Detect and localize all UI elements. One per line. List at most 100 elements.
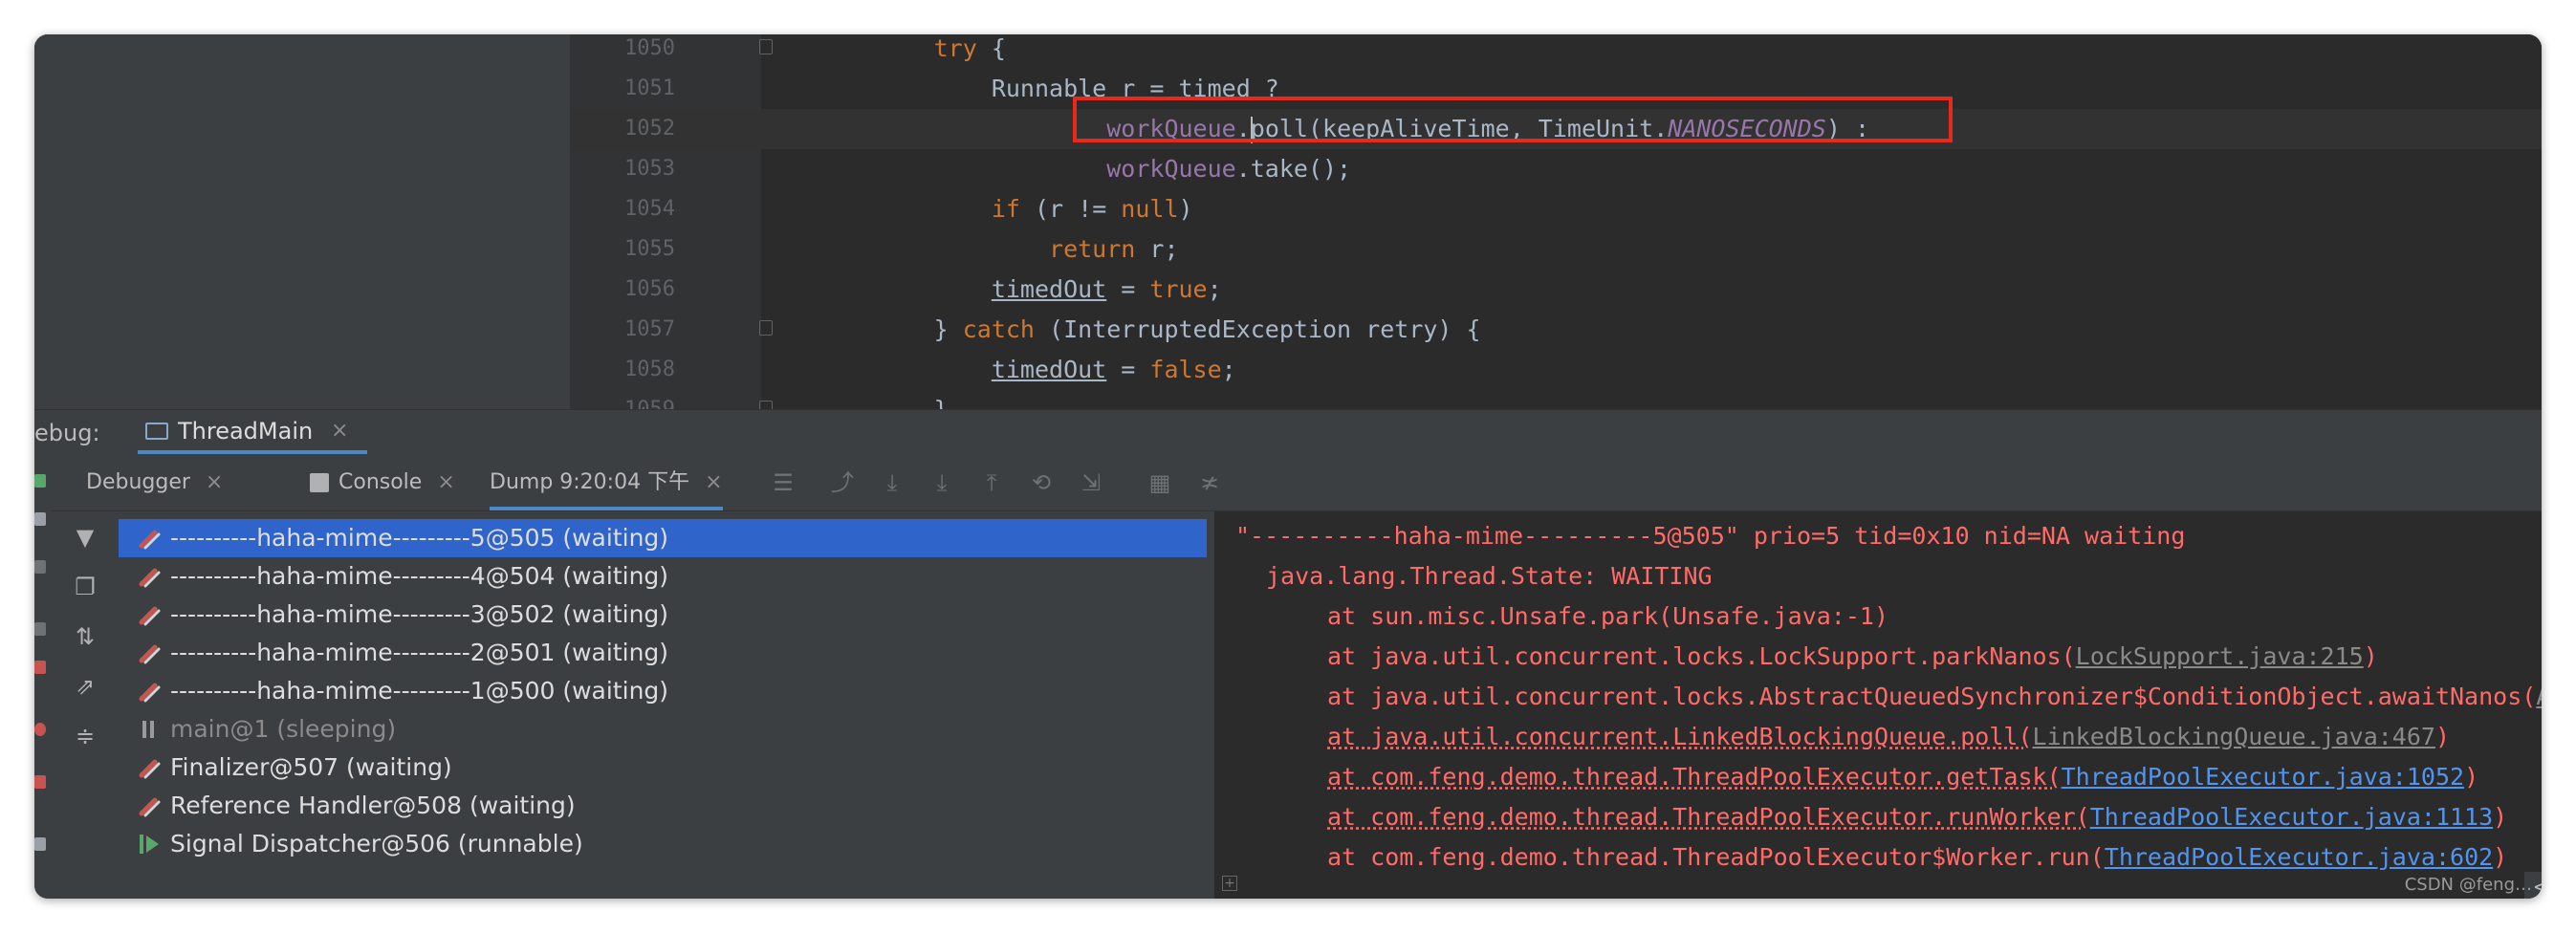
thread-row[interactable]: Reference Handler@508 (waiting) bbox=[119, 787, 1207, 825]
code-text: workQueue.take(); bbox=[761, 149, 1351, 189]
code-line[interactable]: 1053 workQueue.take(); bbox=[570, 149, 2542, 189]
thread-row[interactable]: Finalizer@507 (waiting) bbox=[119, 749, 1207, 787]
code-token: true bbox=[1149, 275, 1208, 303]
step-into-icon[interactable]: ⤓ bbox=[929, 470, 954, 495]
merge-icon[interactable]: ≑ bbox=[71, 722, 99, 750]
code-editor[interactable]: 1050 try {1051 Runnable r = timed ? 1052 … bbox=[34, 34, 2542, 423]
session-tab-threadmain[interactable]: ThreadMain × bbox=[138, 410, 367, 454]
source-link[interactable]: ThreadPoolExecutor.java:1052 bbox=[2062, 763, 2464, 791]
code-text: timedOut = false; bbox=[761, 350, 1236, 390]
thread-name: ----------haha-mime---------3@502 (waiti… bbox=[170, 600, 669, 628]
drop-frame-icon[interactable]: ⟲ bbox=[1029, 470, 1054, 495]
thread-row[interactable]: ----------haha-mime---------1@500 (waiti… bbox=[119, 672, 1207, 710]
pause-icon[interactable] bbox=[34, 560, 46, 574]
menu-icon[interactable]: ☰ bbox=[771, 470, 796, 495]
thread-row[interactable]: main@1 (sleeping) bbox=[119, 710, 1207, 749]
expand-icon[interactable]: + bbox=[1222, 876, 1237, 891]
thread-waiting-icon bbox=[138, 603, 161, 626]
line-number: 1050 bbox=[624, 36, 675, 60]
thread-dump-view[interactable]: "----------haha-mime---------5@505" prio… bbox=[1216, 511, 2542, 899]
thread-row[interactable]: ----------haha-mime---------2@501 (waiti… bbox=[119, 634, 1207, 672]
dump-tools: ▼ ❐ ⇅ ⇗ ≑ bbox=[52, 511, 119, 899]
close-icon[interactable]: × bbox=[206, 470, 223, 494]
thread-row[interactable]: Signal Dispatcher@506 (runnable) bbox=[119, 825, 1207, 863]
thread-row[interactable]: ----------haha-mime---------3@502 (waiti… bbox=[119, 596, 1207, 634]
close-icon[interactable]: × bbox=[331, 410, 348, 452]
console-icon bbox=[310, 473, 329, 492]
frame-text: at com.feng.demo.thread.ThreadPoolExecut… bbox=[1327, 843, 2105, 871]
source-link[interactable]: Abs bbox=[2536, 683, 2542, 710]
tab-console[interactable]: Console × bbox=[310, 455, 455, 510]
dump-state-line: java.lang.Thread.State: WAITING bbox=[1266, 562, 1713, 590]
code-token: ) bbox=[1178, 195, 1193, 223]
code-line[interactable]: 1050 try { bbox=[570, 34, 2542, 69]
frame-text: at java.util.concurrent.locks.AbstractQu… bbox=[1327, 683, 2537, 710]
step-over-icon[interactable]: ⤓ bbox=[880, 470, 905, 495]
thread-waiting-icon bbox=[138, 641, 161, 664]
line-number: 1052 bbox=[624, 117, 675, 141]
ide-window: 1050 try {1051 Runnable r = timed ? 1052 … bbox=[34, 34, 2542, 899]
thread-list[interactable]: ----------haha-mime---------5@505 (waiti… bbox=[119, 511, 1214, 899]
code-line[interactable]: 1058 timedOut = false; bbox=[570, 350, 2542, 390]
frame-tail: ) bbox=[2493, 803, 2508, 831]
settings-icon[interactable] bbox=[34, 512, 46, 526]
source-link[interactable]: LinkedBlockingQueue.java:467 bbox=[2033, 723, 2435, 750]
thread-name: Finalizer@507 (waiting) bbox=[170, 753, 452, 781]
source-link[interactable]: ThreadPoolExecutor.java:602 bbox=[2105, 843, 2493, 871]
sort-icon[interactable]: ⇅ bbox=[71, 622, 99, 651]
thread-row[interactable]: ----------haha-mime---------4@504 (waiti… bbox=[119, 557, 1207, 596]
tab-label: Console bbox=[338, 470, 423, 494]
frame-tail: ) bbox=[2434, 723, 2451, 750]
frame-text: at java.util.concurrent.locks.LockSuppor… bbox=[1327, 642, 2076, 670]
app-window-icon bbox=[145, 423, 168, 440]
stop-red-icon[interactable] bbox=[34, 661, 46, 674]
code-token: return bbox=[1049, 235, 1136, 263]
tab-dump[interactable]: Dump 9:20:04 下午 × bbox=[490, 455, 723, 510]
thread-row[interactable]: ----------haha-mime---------5@505 (waiti… bbox=[119, 519, 1207, 557]
code-line[interactable]: 1055 return r; bbox=[570, 229, 2542, 270]
frame-text: at com.feng.demo.thread.ThreadPoolExecut… bbox=[1327, 763, 2062, 791]
mute-breakpoints-icon[interactable] bbox=[34, 775, 46, 789]
breakpoints-icon[interactable] bbox=[34, 723, 46, 736]
export-icon[interactable]: ⇗ bbox=[71, 672, 99, 701]
source-link[interactable]: ThreadPoolExecutor.java:1113 bbox=[2090, 803, 2493, 831]
watermark: CSDN @feng… bbox=[2404, 875, 2532, 895]
filter-icon[interactable]: ▼ bbox=[71, 523, 99, 552]
show-execution-point-icon[interactable]: ⤴ bbox=[830, 470, 855, 495]
evaluate-icon[interactable]: ▦ bbox=[1147, 470, 1172, 495]
frame-text: at java.util.concurrent.LinkedBlockingQu… bbox=[1327, 723, 2033, 750]
trace-icon[interactable]: ≭ bbox=[1197, 470, 1222, 495]
tab-debugger[interactable]: Debugger × bbox=[86, 455, 223, 510]
tab-label: Dump 9:20:04 下午 bbox=[490, 470, 690, 494]
frame-tail: ) bbox=[2493, 843, 2508, 871]
copy-icon[interactable]: ❐ bbox=[71, 573, 99, 601]
close-icon[interactable]: × bbox=[437, 470, 454, 494]
thread-name: ----------haha-mime---------2@501 (waiti… bbox=[170, 639, 669, 666]
code-text: if (r != null) bbox=[761, 189, 1193, 229]
code-line[interactable]: 1057 } catch (InterruptedException retry… bbox=[570, 310, 2542, 350]
step-out-icon[interactable]: ⤒ bbox=[979, 470, 1004, 495]
code-token: (InterruptedException retry) { bbox=[1034, 315, 1481, 343]
stack-frame: at com.feng.demo.thread.ThreadPoolExecut… bbox=[1327, 798, 2507, 836]
code-token: catch bbox=[962, 315, 1035, 343]
highlight-box bbox=[1073, 97, 1953, 142]
close-icon[interactable]: × bbox=[705, 470, 722, 494]
code-token: timedOut bbox=[991, 275, 1107, 303]
source-link[interactable]: LockSupport.java:215 bbox=[2076, 642, 2364, 670]
code-line[interactable]: 1056 timedOut = true; bbox=[570, 270, 2542, 310]
run-to-cursor-icon[interactable]: ⇲ bbox=[1079, 470, 1103, 495]
thread-name: main@1 (sleeping) bbox=[170, 715, 397, 743]
code-token: } bbox=[761, 315, 963, 343]
code-token: (r != bbox=[1019, 195, 1122, 223]
stop-icon[interactable] bbox=[34, 622, 46, 636]
resume-icon[interactable] bbox=[34, 474, 46, 488]
code-line[interactable]: 1054 if (r != null) bbox=[570, 189, 2542, 229]
thread-name: ----------haha-mime---------5@505 (waiti… bbox=[170, 524, 669, 552]
pin-icon[interactable] bbox=[34, 837, 46, 851]
dump-header: "----------haha-mime---------5@505" prio… bbox=[1235, 522, 2186, 550]
line-number: 1054 bbox=[624, 197, 675, 221]
code-token: ; bbox=[1207, 275, 1222, 303]
thread-waiting-icon bbox=[138, 527, 161, 550]
